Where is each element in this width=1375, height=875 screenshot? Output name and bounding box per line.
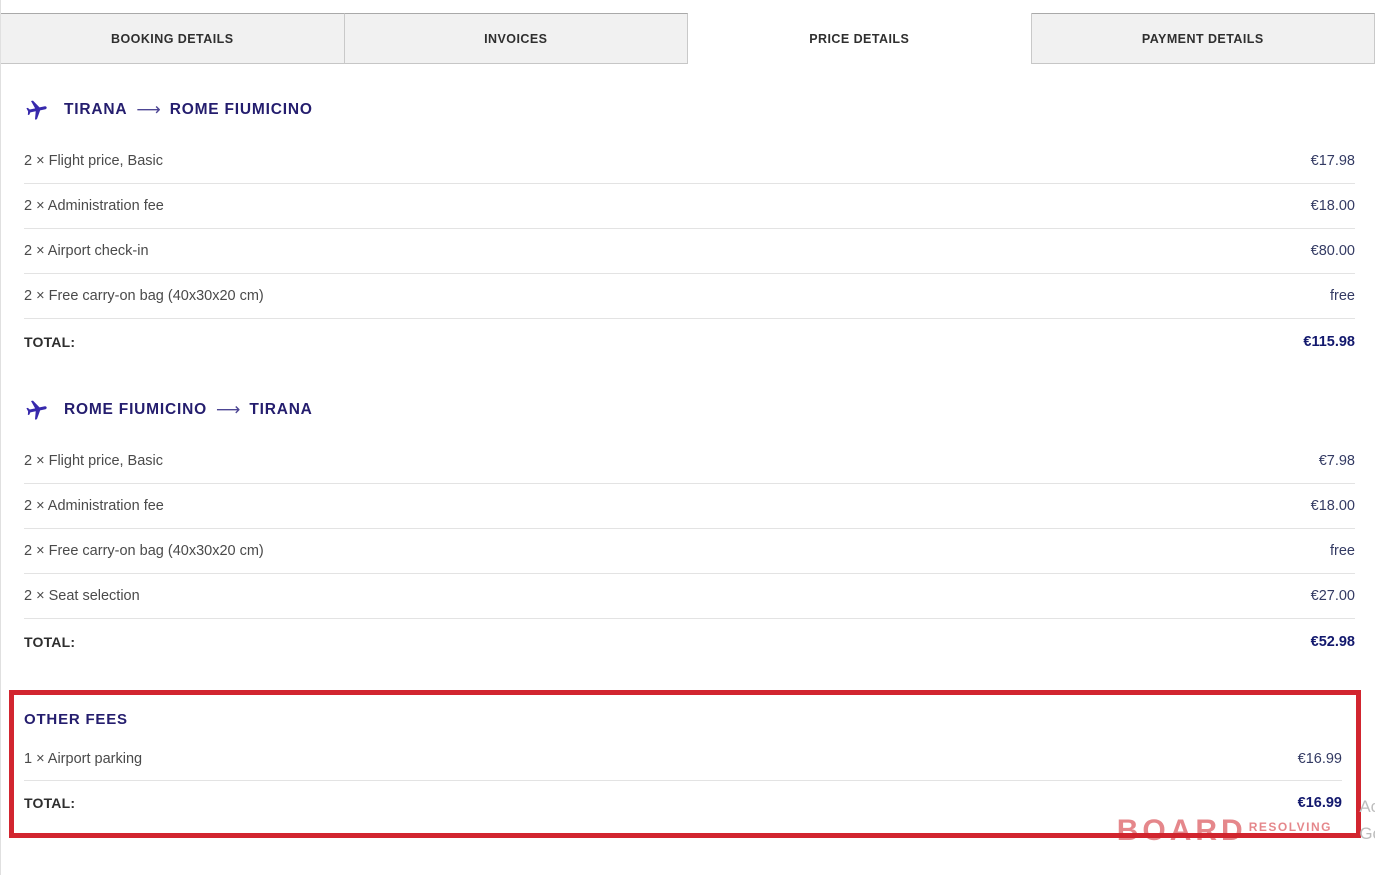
tab-payment-details[interactable]: PAYMENT DETAILS <box>1032 13 1375 64</box>
price-row-label: 2 × Administration fee <box>24 498 164 514</box>
route-origin: ROME FIUMICINO <box>64 401 207 419</box>
tab-booking-details[interactable]: BOOKING DETAILS <box>1 13 345 64</box>
route-origin: TIRANA <box>64 101 127 119</box>
route-arrow-icon: ⟶ <box>216 400 240 420</box>
edge-watermark-line1: Ac <box>1359 793 1375 820</box>
price-row: 1 × Airport parking €16.99 <box>24 737 1342 781</box>
total-label: TOTAL: <box>24 334 75 350</box>
price-row: 2 × Free carry-on bag (40x30x20 cm) free <box>24 274 1355 319</box>
price-row-value: free <box>1330 288 1355 304</box>
price-row-value: €80.00 <box>1311 243 1355 259</box>
price-row-value: free <box>1330 543 1355 559</box>
route-arrow-icon: ⟶ <box>136 100 160 120</box>
price-row-value: €18.00 <box>1311 498 1355 514</box>
price-row: 2 × Free carry-on bag (40x30x20 cm) free <box>24 529 1355 574</box>
other-fees-highlight-box: OTHER FEES 1 × Airport parking €16.99 TO… <box>9 690 1361 838</box>
section-header: TIRANA ⟶ ROME FIUMICINO <box>24 97 1355 123</box>
price-details-page: BOOKING DETAILS INVOICES PRICE DETAILS P… <box>0 0 1375 875</box>
total-label: TOTAL: <box>24 634 75 650</box>
price-row: 2 × Flight price, Basic €17.98 <box>24 139 1355 184</box>
route-title: TIRANA ⟶ ROME FIUMICINO <box>64 100 313 120</box>
price-row-value: €7.98 <box>1319 453 1355 469</box>
price-row-label: 2 × Administration fee <box>24 198 164 214</box>
price-row: 2 × Airport check-in €80.00 <box>24 229 1355 274</box>
edge-watermark-line2: Go <box>1359 820 1375 847</box>
total-value: €16.99 <box>1298 795 1342 811</box>
price-row-value: €27.00 <box>1311 588 1355 604</box>
route-destination: ROME FIUMICINO <box>170 101 313 119</box>
total-row: TOTAL: €16.99 <box>24 781 1342 825</box>
price-row-label: 2 × Airport check-in <box>24 243 149 259</box>
price-row-label: 2 × Flight price, Basic <box>24 453 163 469</box>
price-row-value: €17.98 <box>1311 153 1355 169</box>
price-row: 2 × Seat selection €27.00 <box>24 574 1355 619</box>
edge-watermark: Ac Go <box>1359 793 1375 847</box>
flight-section-outbound: TIRANA ⟶ ROME FIUMICINO 2 × Flight price… <box>24 97 1355 364</box>
total-label: TOTAL: <box>24 795 75 811</box>
price-row: 2 × Administration fee €18.00 <box>24 184 1355 229</box>
tab-bar: BOOKING DETAILS INVOICES PRICE DETAILS P… <box>1 13 1375 64</box>
price-row: 2 × Administration fee €18.00 <box>24 484 1355 529</box>
price-row-value: €18.00 <box>1311 198 1355 214</box>
price-row-value: €16.99 <box>1298 751 1342 767</box>
price-row-label: 2 × Flight price, Basic <box>24 153 163 169</box>
section-header: ROME FIUMICINO ⟶ TIRANA <box>24 397 1355 423</box>
total-value: €52.98 <box>1311 634 1355 650</box>
price-details-content: TIRANA ⟶ ROME FIUMICINO 2 × Flight price… <box>1 97 1375 664</box>
price-row-label: 2 × Seat selection <box>24 588 140 604</box>
flight-section-return: ROME FIUMICINO ⟶ TIRANA 2 × Flight price… <box>24 397 1355 664</box>
airplane-icon <box>24 397 50 423</box>
price-row-label: 1 × Airport parking <box>24 751 142 767</box>
other-fees-title: OTHER FEES <box>24 709 1342 731</box>
route-title: ROME FIUMICINO ⟶ TIRANA <box>64 400 313 420</box>
total-row: TOTAL: €52.98 <box>24 619 1355 664</box>
total-value: €115.98 <box>1303 334 1355 350</box>
price-row-label: 2 × Free carry-on bag (40x30x20 cm) <box>24 543 264 559</box>
route-destination: TIRANA <box>249 401 312 419</box>
total-row: TOTAL: €115.98 <box>24 319 1355 364</box>
price-row: 2 × Flight price, Basic €7.98 <box>24 439 1355 484</box>
tab-invoices[interactable]: INVOICES <box>345 13 689 64</box>
price-row-label: 2 × Free carry-on bag (40x30x20 cm) <box>24 288 264 304</box>
airplane-icon <box>24 97 50 123</box>
tab-price-details[interactable]: PRICE DETAILS <box>688 13 1032 64</box>
